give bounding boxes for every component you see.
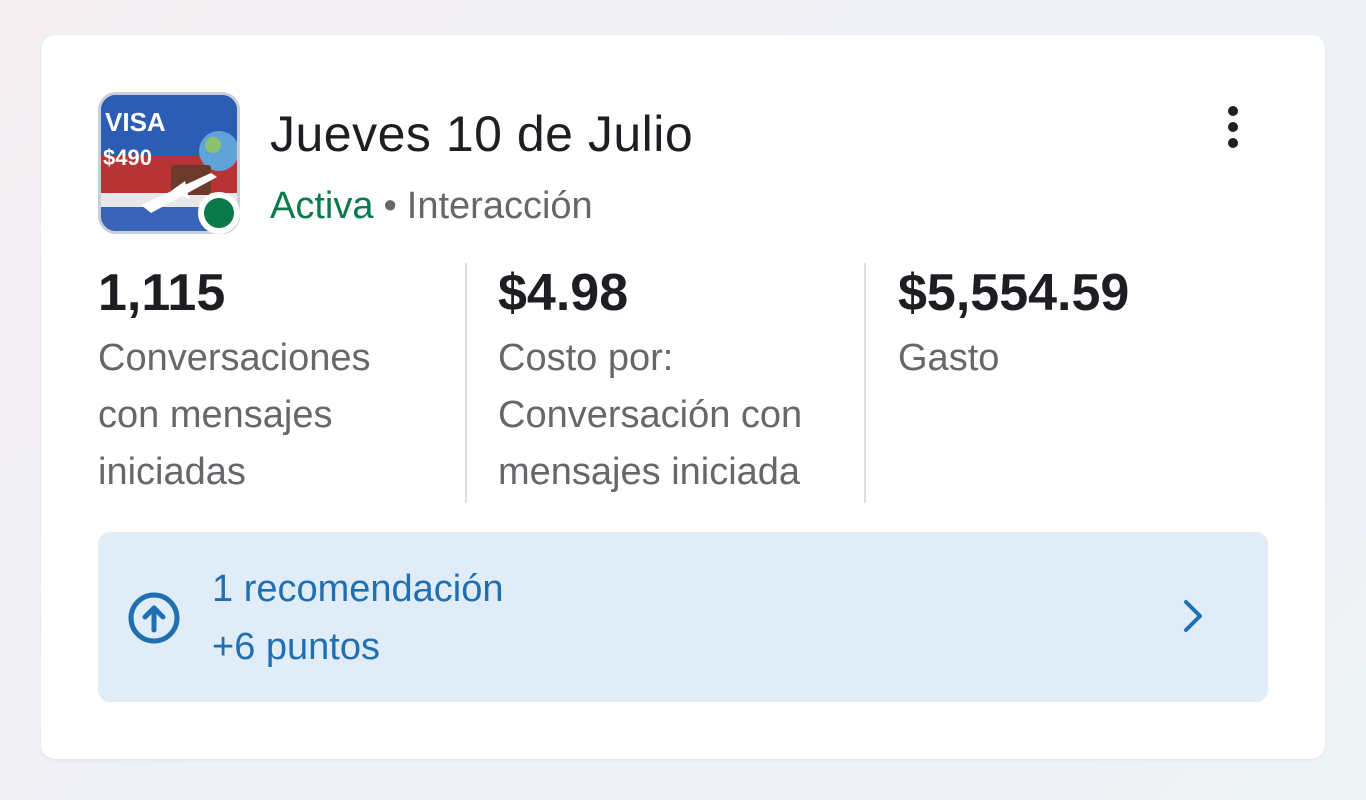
campaign-status: Activa	[270, 185, 374, 227]
metric-label: Conversaciones con mensajes iniciadas	[98, 337, 371, 494]
recommendation-banner[interactable]: 1 recomendación +6 puntos	[98, 532, 1268, 702]
metric-spend: $5,554.59 Gasto	[898, 264, 1130, 387]
arrow-up-circle-icon	[128, 592, 180, 644]
thumbnail-text-visa: VISA	[105, 107, 166, 137]
recommendation-title: 1 recomendación	[212, 568, 504, 610]
metric-conversations: 1,115 Conversaciones con mensajes inicia…	[98, 264, 371, 501]
campaign-card[interactable]: VISA $490 Jueves 10 de Julio Activa • Inte…	[41, 35, 1325, 759]
campaign-objective: Interacción	[406, 185, 593, 227]
recommendation-points: +6 puntos	[212, 626, 380, 668]
thumbnail-text-price: $490	[103, 145, 152, 170]
metric-value: $5,554.59	[898, 264, 1130, 322]
metric-cost-per-result: $4.98 Costo por: Conversación con mensaj…	[498, 264, 803, 501]
more-options-button[interactable]	[1211, 97, 1255, 157]
metric-divider	[864, 263, 866, 503]
metric-label: Gasto	[898, 337, 1000, 380]
metric-divider	[465, 263, 467, 503]
more-vertical-icon	[1228, 106, 1238, 116]
metric-label: Costo por: Conversación con mensajes ini…	[498, 337, 803, 494]
active-status-dot	[198, 192, 240, 234]
metric-value: $4.98	[498, 264, 629, 322]
chevron-right-icon	[1184, 600, 1202, 632]
campaign-title[interactable]: Jueves 10 de Julio	[270, 105, 693, 163]
subtitle-separator: •	[383, 185, 397, 227]
campaign-subtitle: Activa • Interacción	[270, 185, 593, 228]
metric-value: 1,115	[98, 264, 226, 322]
